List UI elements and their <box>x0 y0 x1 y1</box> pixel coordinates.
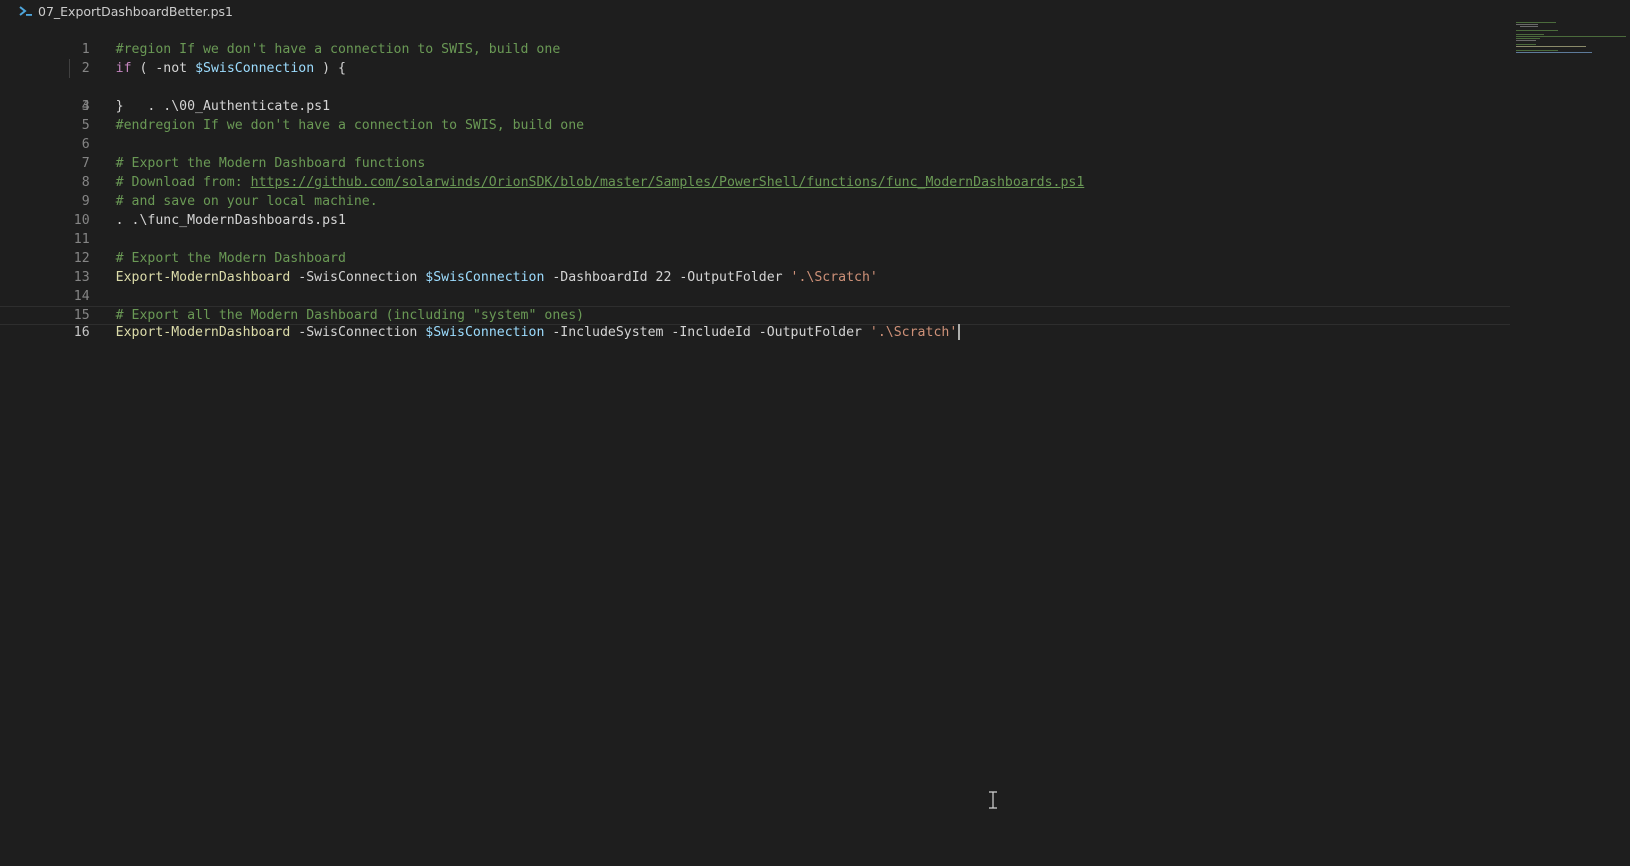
code-line: 15 # Export all the Modern Dashboard (inc… <box>0 287 1510 323</box>
code-line: 14 <box>0 268 1510 304</box>
minimap-line <box>1516 52 1592 53</box>
minimap-line <box>1516 46 1586 47</box>
code-line: 7 # Export the Modern Dashboard functions <box>0 135 1510 171</box>
minimap-line <box>1516 34 1544 35</box>
minimap-line <box>1516 38 1540 39</box>
powershell-icon <box>19 6 32 16</box>
code-line: 13 Export-ModernDashboard -SwisConnection… <box>0 249 1510 285</box>
code-line: 3 . .\00_Authenticate.ps1 <box>0 59 1510 114</box>
code-line: 4} <box>0 78 1510 114</box>
minimap-line <box>1516 36 1626 37</box>
code-editor[interactable]: 07_ExportDashboardBetter.ps1 1 #region If… <box>0 0 1630 866</box>
code-line: 8 # Download from: https://github.com/sol… <box>0 154 1510 190</box>
code-line: 10. .\func_ModernDashboards.ps1 <box>0 192 1510 228</box>
code-area[interactable]: 1 #region If we don't have a connection t… <box>0 21 1510 340</box>
minimap-line <box>1516 50 1558 51</box>
tab-bar: 07_ExportDashboardBetter.ps1 <box>0 0 1630 22</box>
minimap-line <box>1516 24 1538 25</box>
token-text: -SwisConnection <box>290 325 426 340</box>
code-line: 11 <box>0 211 1510 247</box>
indent-guide <box>69 59 70 78</box>
tab-filename: 07_ExportDashboardBetter.ps1 <box>38 3 234 19</box>
mouse-ibeam-cursor <box>989 791 997 809</box>
code-line: 9 # and save on your local machine. <box>0 173 1510 209</box>
tab-file[interactable]: 07_ExportDashboardBetter.ps1 <box>0 0 233 22</box>
code-line: 1 #region If we don't have a connection t… <box>0 21 1510 57</box>
minimap-line <box>1516 30 1558 31</box>
token-text: -IncludeSystem -IncludeId -OutputFolder <box>544 325 870 340</box>
line-number: 16 <box>73 325 90 340</box>
token-variable: $SwisConnection <box>425 325 545 340</box>
minimap-line <box>1520 26 1538 27</box>
minimap[interactable] <box>1516 21 1630 81</box>
code-line: 2 if ( -not $SwisConnection ) { <box>0 40 1510 76</box>
minimap-line <box>1516 44 1536 45</box>
minimap-line <box>1516 40 1536 41</box>
text-cursor <box>958 324 961 340</box>
token-string: '.\Scratch' <box>869 325 958 340</box>
minimap-line <box>1516 22 1556 23</box>
code-line: 12 # Export the Modern Dashboard <box>0 230 1510 266</box>
code-line-current: 16 Export-ModernDashboard -SwisConnection… <box>0 306 1510 340</box>
code-line: 6 <box>0 116 1510 152</box>
code-line: 5 #endregion If we don't have a connectio… <box>0 97 1510 133</box>
token-function: Export-ModernDashboard <box>115 325 291 340</box>
